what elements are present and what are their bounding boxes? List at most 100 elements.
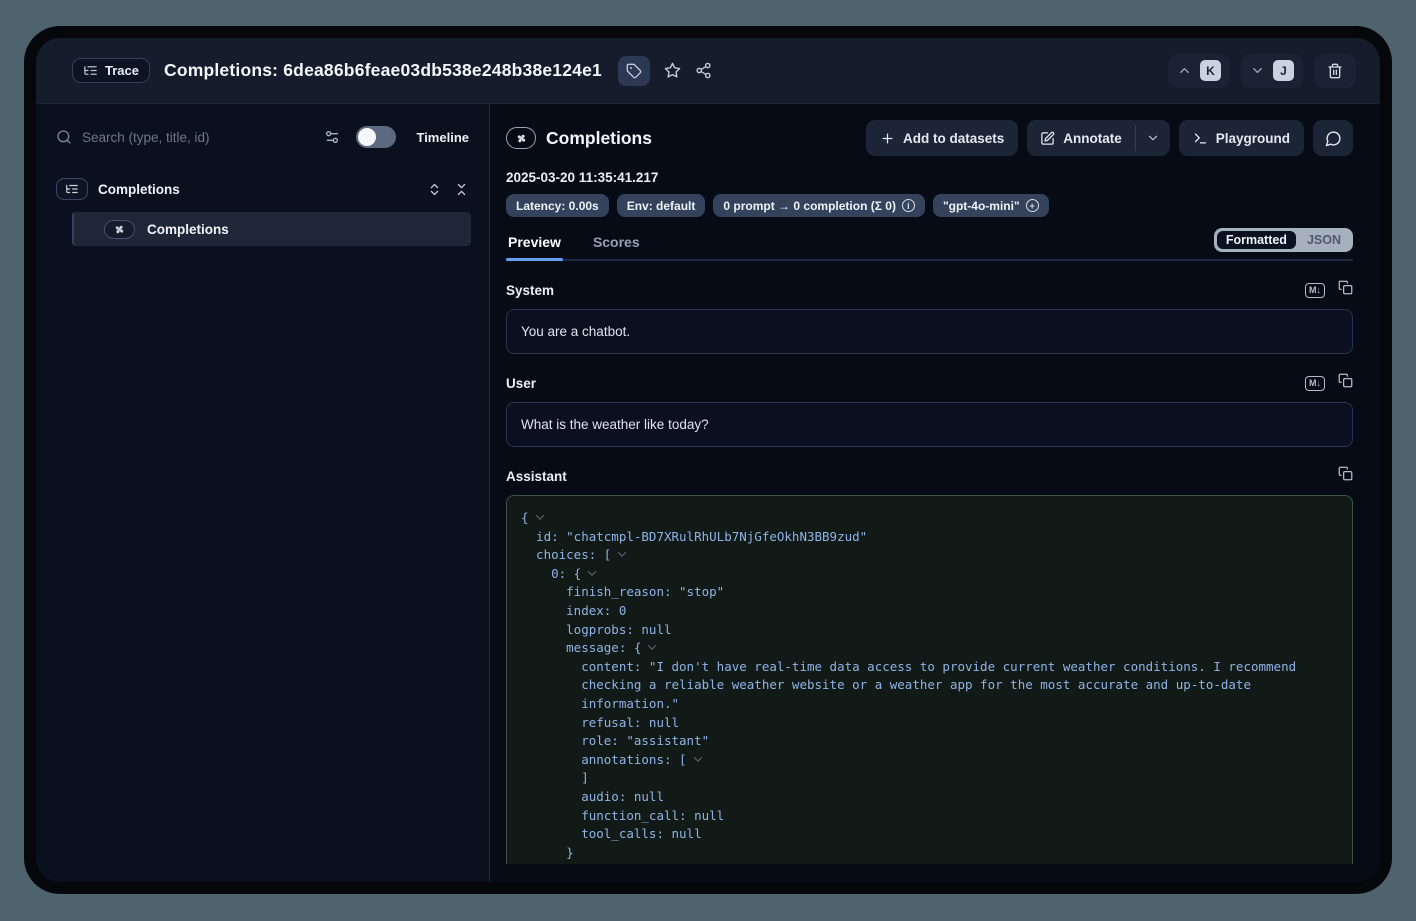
tree-generation-item-selected[interactable]: Completions [72, 212, 471, 246]
message-role-label: System [506, 283, 554, 298]
json-line: } [521, 844, 1338, 863]
json-line-text: annotations: [ [581, 752, 686, 767]
tabs-row: Preview Scores FormattedJSON [506, 230, 1353, 261]
app-window: Trace Completions: 6dea86b6feae03db538e2… [36, 38, 1380, 882]
metrics-badges-row: Latency: 0.00s Env: default 0 prompt → 0 c… [506, 194, 1353, 217]
message-role-label: Assistant [506, 469, 567, 484]
metric-badge: "gpt-4o-mini" + [933, 194, 1049, 217]
trace-tree-sidebar: Timeline Completions [36, 104, 490, 882]
add-to-datasets-label: Add to datasets [903, 131, 1004, 146]
format-option-formatted[interactable]: Formatted [1217, 231, 1296, 249]
topbar-right-actions: K J [1168, 54, 1356, 88]
timeline-label: Timeline [416, 130, 469, 145]
bookmark-star-button[interactable] [664, 62, 681, 79]
chevrons-up-down-icon [427, 182, 442, 197]
metric-badge: 0 prompt → 0 completion (Σ 0) i [713, 194, 925, 217]
fold-chevron-icon[interactable] [693, 753, 701, 761]
message-content-box: What is the weather like today? [506, 402, 1353, 447]
json-line-text: role: "assistant" [581, 733, 709, 748]
json-line: ] [521, 769, 1338, 788]
markdown-toggle-icon[interactable]: M↓ [1305, 376, 1325, 391]
add-to-datasets-button[interactable]: Add to datasets [866, 120, 1018, 156]
json-line: finish_reason: "stop" [521, 583, 1338, 602]
trace-badge-label: Trace [105, 63, 139, 78]
previous-trace-button[interactable]: K [1168, 54, 1230, 88]
chevron-down-icon [1250, 63, 1265, 78]
fold-chevron-icon[interactable] [535, 511, 543, 519]
json-line: { [521, 509, 1338, 528]
share-button[interactable] [695, 62, 712, 79]
playground-label: Playground [1216, 131, 1290, 146]
page-title: Completions: 6dea86b6feae03db538e248b38e… [164, 60, 602, 81]
message-section-user: UserM↓What is the weather like today? [506, 373, 1353, 447]
message-head-icons [1338, 466, 1353, 486]
collapse-all-button[interactable] [454, 182, 469, 197]
metric-badge-label: 0 prompt → 0 completion (Σ 0) [723, 199, 896, 213]
info-icon[interactable]: i [902, 199, 915, 212]
json-line: content: "I don't have real-time data ac… [521, 658, 1338, 714]
fold-chevron-icon[interactable] [588, 567, 596, 575]
json-line: function_call: null [521, 807, 1338, 826]
search-input[interactable] [82, 130, 314, 145]
comments-button[interactable] [1313, 120, 1353, 156]
json-line: audio: null [521, 788, 1338, 807]
next-trace-button[interactable]: J [1241, 54, 1303, 88]
copy-icon[interactable] [1338, 466, 1353, 486]
copy-icon[interactable] [1338, 373, 1353, 393]
fold-chevron-icon[interactable] [648, 641, 656, 649]
topbar: Trace Completions: 6dea86b6feae03db538e2… [36, 38, 1380, 104]
search-row: Timeline [36, 122, 489, 152]
json-line-text: function_call: null [581, 808, 724, 823]
tree-root-item[interactable]: Completions [36, 178, 489, 200]
copy-icon[interactable] [1338, 280, 1353, 300]
json-line: id: "chatcmpl-BD7XRulRhULb7NjGfeOkhN3BB9… [521, 528, 1338, 547]
json-line-text: index: 0 [566, 603, 626, 618]
json-line-text: message: { [566, 640, 641, 655]
observation-actions: Add to datasets Annotate [866, 120, 1353, 156]
message-section-assistant: Assistant { id: "chatcmpl-BD7XRulRhULb7NjG… [506, 466, 1353, 864]
delete-trace-button[interactable] [1314, 54, 1356, 88]
tab-preview[interactable]: Preview [506, 230, 563, 259]
keyboard-shortcut-k: K [1200, 60, 1221, 81]
expand-all-button[interactable] [427, 182, 442, 197]
message-head-icons: M↓ [1305, 373, 1353, 393]
json-line-text: { [521, 510, 529, 525]
json-line-text: 0: { [551, 566, 581, 581]
playground-button[interactable]: Playground [1179, 120, 1304, 156]
annotate-dropdown-button[interactable] [1136, 120, 1170, 156]
json-line: message: { [521, 639, 1338, 658]
tag-button[interactable] [618, 56, 650, 86]
message-content-box: You are a chatbot. [506, 309, 1353, 354]
chevron-down-icon [1146, 131, 1160, 145]
generation-node-badge [104, 220, 135, 239]
plus-icon [880, 131, 895, 146]
timeline-toggle[interactable] [356, 126, 396, 148]
json-line: role: "assistant" [521, 732, 1338, 751]
metric-badge-label: "gpt-4o-mini" [943, 199, 1020, 213]
markdown-toggle-icon[interactable]: M↓ [1305, 283, 1325, 298]
json-line-text: logprobs: null [566, 622, 671, 637]
keyboard-shortcut-j: J [1273, 60, 1294, 81]
trash-icon [1327, 63, 1343, 79]
search-icon [56, 129, 72, 145]
tabs: Preview Scores [506, 230, 642, 259]
tree-child-label: Completions [147, 222, 229, 237]
star-icon [664, 62, 681, 79]
metric-badge: Latency: 0.00s [506, 194, 609, 217]
json-line-text: refusal: null [581, 715, 679, 730]
trace-node-badge [56, 178, 88, 200]
metric-badge-label: Env: default [627, 199, 696, 213]
annotate-button[interactable]: Annotate [1027, 120, 1135, 156]
observation-header: Completions Add to datasets Annotate [506, 120, 1353, 156]
fold-chevron-icon[interactable] [618, 549, 626, 557]
plus-circle-icon[interactable]: + [1026, 199, 1039, 212]
format-option-json[interactable]: JSON [1298, 231, 1350, 249]
json-line-text: ] [581, 770, 589, 785]
list-tree-icon [83, 63, 98, 78]
format-toggle: FormattedJSON [1214, 228, 1353, 252]
window-frame: Trace Completions: 6dea86b6feae03db538e2… [24, 26, 1392, 894]
json-line: tool_calls: null [521, 825, 1338, 844]
assistant-json-box: { id: "chatcmpl-BD7XRulRhULb7NjGfeOkhN3BB… [506, 495, 1353, 864]
view-settings-button[interactable] [324, 129, 340, 145]
tab-scores[interactable]: Scores [591, 230, 642, 259]
